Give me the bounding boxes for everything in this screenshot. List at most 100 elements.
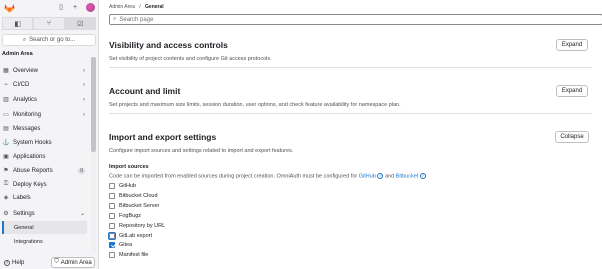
expand-account-button[interactable]: Expand — [556, 85, 588, 97]
sidebar-item-label: Deploy Keys — [13, 181, 47, 188]
sidebar-item-messages[interactable]: ▤ Messages — [2, 122, 87, 135]
sidebar-item-label: Applications — [13, 153, 46, 160]
sidebar-item-label: Monitoring — [13, 111, 42, 118]
plus-icon[interactable]: + — [71, 4, 79, 12]
sidebar-item-label: Messages — [13, 125, 41, 132]
sidebar-item-label: Settings — [13, 210, 35, 217]
section-import-export: Import and export settings Configure imp… — [109, 132, 592, 154]
sidebar-item-system-hooks[interactable]: ⚓ System Hooks — [2, 136, 87, 149]
sidebar-subitem-label: General — [14, 224, 34, 231]
sidebar-search-button[interactable]: ⌕ Search or go to... — [2, 34, 96, 46]
sidebar-subitem-general[interactable]: General — [2, 221, 87, 234]
label-icon: ◈ — [3, 195, 9, 201]
import-source-option[interactable]: Bitbucket Server — [109, 201, 159, 210]
search-icon: ⌕ — [22, 36, 27, 43]
help-text: and — [383, 173, 396, 180]
sidebar-item-labels[interactable]: ◈ Labels — [2, 191, 87, 204]
admin-area-button[interactable]: ⛉ Admin Area — [51, 257, 95, 268]
gitlab-logo-icon[interactable] — [4, 3, 15, 13]
github-link[interactable]: GitHub — [359, 173, 376, 179]
import-source-option[interactable]: FogBugz — [109, 211, 141, 220]
bitbucket-link[interactable]: Bitbucket — [396, 173, 419, 179]
breadcrumb-separator: / — [139, 4, 141, 10]
section-description: Configure import sources and settings re… — [109, 148, 294, 154]
collapse-import-button[interactable]: Collapse — [555, 131, 589, 143]
section-description: Set projects and maximum size limits, se… — [109, 102, 401, 108]
sidebar-item-cicd[interactable]: ⌁ CI/CD › — [2, 78, 87, 91]
import-source-option[interactable]: Repository by URL — [109, 221, 165, 230]
sidebar-item-label: Labels — [13, 194, 31, 201]
section-description: Set visibility of project contents and c… — [109, 56, 272, 62]
search-placeholder: Search page — [119, 16, 154, 23]
merge-requests-tab-icon[interactable]: ⑂ — [33, 17, 65, 30]
option-label: GitLab export — [119, 232, 153, 239]
issues-tab-icon[interactable]: ◧ — [2, 17, 34, 30]
checkbox[interactable] — [109, 222, 115, 229]
sidebar-item-label: Abuse Reports — [13, 167, 53, 174]
sidebar-scrollbar[interactable] — [91, 57, 96, 252]
option-label: Repository by URL — [119, 222, 166, 229]
checkbox[interactable] — [109, 192, 115, 199]
hook-icon: ⚓ — [2, 140, 10, 146]
option-label: Bitbucket Server — [119, 202, 160, 209]
settings-icon: ⚙ — [3, 211, 9, 217]
option-label: Gitea — [119, 241, 133, 248]
chevron-right-icon: › — [83, 96, 85, 103]
breadcrumb: Admin Area / General — [109, 4, 164, 10]
sidebar-toggle-icon[interactable]: ▯ — [57, 4, 65, 12]
section-title: Account and limit — [109, 86, 181, 96]
import-source-option[interactable]: Bitbucket Cloud — [109, 191, 158, 200]
chevron-right-icon: › — [83, 81, 85, 88]
import-source-option[interactable]: GitHub — [109, 181, 136, 190]
rocket-icon: ⌁ — [4, 82, 8, 88]
option-label: FogBugz — [119, 212, 142, 219]
sidebar-footer: ? Help ⛉ Admin Area — [0, 256, 99, 269]
import-source-option[interactable]: GitLab export — [107, 231, 153, 240]
sidebar-item-label: System Hooks — [13, 139, 52, 146]
divider — [109, 67, 592, 68]
expand-visibility-button[interactable]: Expand — [556, 39, 588, 51]
avatar[interactable] — [86, 3, 95, 12]
key-icon: ⚿ — [3, 181, 9, 187]
import-source-option[interactable]: Manifest file — [109, 250, 148, 259]
sidebar-subitem-label: Integrations — [14, 238, 43, 245]
breadcrumb-current: General — [145, 4, 164, 10]
search-page-input[interactable]: ⌕ Search page — [109, 14, 602, 25]
admin-area-label: Admin Area — [60, 259, 92, 266]
help-icon: ? — [4, 259, 10, 266]
import-source-option[interactable]: Gitea — [109, 240, 132, 249]
sidebar-item-monitoring[interactable]: ▭ Monitoring › — [2, 108, 87, 121]
help-text: Code can be imported from enabled source… — [109, 173, 359, 180]
checkbox[interactable] — [109, 202, 115, 209]
sidebar-item-settings[interactable]: ⚙ Settings ⌄ — [2, 207, 87, 220]
sidebar-item-label: Overview — [13, 67, 39, 74]
sidebar-item-overview[interactable]: ▦ Overview › — [2, 64, 87, 77]
checkbox[interactable] — [109, 251, 115, 258]
sidebar-item-analytics[interactable]: ▥ Analytics › — [2, 93, 87, 106]
todos-tab-icon[interactable]: ☑ — [64, 17, 96, 30]
sidebar-item-applications[interactable]: ▣ Applications — [2, 150, 87, 163]
checkbox[interactable] — [109, 182, 115, 189]
breadcrumb-parent-link[interactable]: Admin Area — [109, 4, 135, 10]
count-badge: 0 — [78, 167, 85, 174]
section-account-limit: Account and limit Set projects and maxim… — [109, 86, 592, 108]
sidebar-scroll-thumb[interactable] — [91, 57, 96, 152]
sidebar-item-abuse-reports[interactable]: ⚑ Abuse Reports 0 — [2, 164, 87, 177]
section-visibility: Visibility and access controls Set visib… — [109, 40, 592, 62]
help-label: Help — [12, 259, 25, 266]
info-icon[interactable]: ? — [419, 173, 426, 179]
checkbox[interactable] — [107, 231, 117, 240]
sidebar-search-label: Search or go to... — [29, 37, 76, 43]
import-sources-help: Code can be imported from enabled source… — [109, 173, 426, 179]
option-label: Manifest file — [119, 251, 149, 258]
chevron-down-icon: ⌄ — [79, 211, 85, 217]
help-button[interactable]: ? Help — [4, 259, 25, 266]
option-label: GitHub — [119, 182, 137, 189]
sidebar-subitem-integrations[interactable]: Integrations — [2, 235, 87, 248]
checkbox[interactable] — [109, 241, 115, 248]
chevron-right-icon: › — [83, 67, 85, 74]
checkbox[interactable] — [109, 212, 115, 219]
applications-icon: ▣ — [3, 154, 9, 160]
sidebar-item-deploy-keys[interactable]: ⚿ Deploy Keys — [2, 178, 87, 191]
flag-icon: ⚑ — [3, 168, 9, 174]
